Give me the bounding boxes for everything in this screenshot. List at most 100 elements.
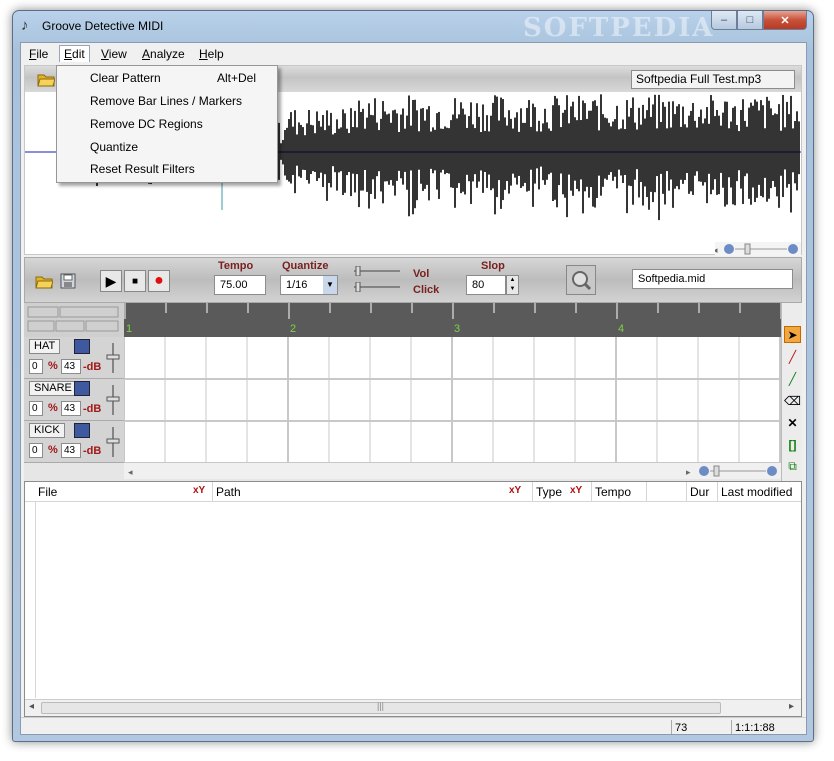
tempo-input[interactable]: 75.00: [214, 275, 266, 295]
track-name[interactable]: HAT: [29, 339, 61, 354]
filter-icon[interactable]: xY: [193, 485, 205, 496]
eraser-icon[interactable]: ⌫: [784, 392, 801, 409]
track-fader[interactable]: [106, 341, 120, 378]
slop-input[interactable]: 80: [466, 275, 506, 295]
analyze-magnifier-icon[interactable]: [566, 265, 596, 295]
audio-file-field[interactable]: Softpedia Full Test.mp3: [631, 70, 795, 89]
quantize-value: 1/16: [286, 279, 308, 291]
quantize-label: Quantize: [282, 260, 329, 272]
pencil-green-icon[interactable]: ╱: [784, 370, 801, 387]
scroll-left-icon[interactable]: ◂: [29, 701, 34, 712]
menu-item-quantize[interactable]: Quantize: [59, 136, 275, 158]
col-blank[interactable]: [646, 482, 686, 502]
col-tempo[interactable]: Tempo: [591, 482, 646, 502]
col-file[interactable]: File: [35, 482, 211, 502]
menu-item-label: Reset Result Filters: [90, 162, 195, 176]
percent-label: %: [48, 402, 58, 414]
maximize-button[interactable]: □: [737, 11, 763, 30]
filter-icon[interactable]: xY: [570, 485, 582, 496]
edit-menu-dropdown: Clear Pattern Alt+Del Remove Bar Lines /…: [56, 65, 278, 183]
stop-icon[interactable]: ■: [124, 270, 146, 292]
track-folder-icon[interactable]: [74, 381, 90, 396]
chevron-down-icon[interactable]: ▼: [323, 276, 337, 294]
vol-label: Vol: [413, 268, 430, 280]
track-folder-icon[interactable]: [74, 423, 90, 438]
status-position: 1:1:1:88: [731, 720, 806, 734]
drum-grid-area: 1234 HAT 0 % 43 -dB SNARE 0 % 43 -dB KIC…: [24, 303, 802, 481]
track-kick: KICK 0 % 43 -dB: [24, 421, 124, 463]
track-snare: SNARE 0 % 43 -dB: [24, 379, 124, 421]
title-bar[interactable]: ♪ Groove Detective MIDI SOFTPEDIA – □ ✕: [13, 11, 813, 43]
col-dur[interactable]: Dur: [686, 482, 717, 502]
menu-view[interactable]: View: [97, 46, 131, 63]
menu-edit[interactable]: Edit: [59, 45, 90, 62]
menu-item-label: Clear Pattern: [90, 71, 161, 85]
scroll-right-icon[interactable]: ▸: [789, 701, 794, 712]
bar-number: 2: [290, 323, 296, 335]
status-value: 73: [671, 720, 729, 734]
quantize-select[interactable]: 1/16 ▼: [280, 275, 338, 295]
col-type[interactable]: Type: [532, 482, 592, 502]
col-last-modified[interactable]: Last modified: [717, 482, 801, 502]
bar-ruler[interactable]: 1 2 3 4: [124, 303, 782, 337]
pencil-red-icon[interactable]: ╱: [784, 348, 801, 365]
menu-item-label: Quantize: [90, 140, 139, 154]
grid-scrollbar[interactable]: ◂ ▸: [124, 463, 781, 479]
menu-item-clear-pattern[interactable]: Clear Pattern Alt+Del: [59, 67, 275, 89]
menu-item-label: Remove DC Regions: [90, 117, 203, 131]
file-list-header: File xY Path xY Type xY Tempo Dur Last m…: [25, 482, 801, 502]
midi-file-field[interactable]: Softpedia.mid: [632, 269, 793, 289]
menu-file[interactable]: File: [25, 46, 52, 63]
tool-palette: ➤ ╱ ╱ ⌫ ✕ [] ⧉: [781, 303, 802, 481]
menu-item-reset-result-filters[interactable]: Reset Result Filters: [59, 158, 275, 180]
slop-label: Slop: [481, 260, 505, 272]
vol-slider[interactable]: [352, 266, 402, 276]
open-folder-icon[interactable]: [35, 68, 57, 90]
file-list-scrollbar[interactable]: ◂ ||| ▸: [25, 699, 801, 716]
col-path[interactable]: Path: [212, 482, 532, 502]
velocity-field[interactable]: 43: [61, 401, 81, 416]
guitar-app-icon: ♪: [21, 17, 29, 34]
tempo-label: Tempo: [218, 260, 254, 272]
track-name[interactable]: KICK: [29, 423, 65, 438]
track-fader[interactable]: [106, 383, 120, 420]
db-label: -dB: [83, 361, 102, 373]
click-label: Click: [413, 284, 440, 296]
offset-field[interactable]: 0: [29, 359, 43, 374]
menu-item-remove-dc-regions[interactable]: Remove DC Regions: [59, 113, 275, 135]
track-name[interactable]: SNARE: [29, 381, 77, 396]
drum-toolbar: ▶ ■ ● Tempo 75.00 Quantize 1/16 ▼ Vol Cl…: [24, 257, 802, 303]
track-folder-icon[interactable]: [74, 339, 90, 354]
window-title: Groove Detective MIDI: [42, 19, 164, 33]
list-gutter: [35, 502, 36, 698]
delete-icon[interactable]: ✕: [784, 414, 801, 431]
file-list[interactable]: File xY Path xY Type xY Tempo Dur Last m…: [24, 481, 802, 717]
grid-corner: [24, 303, 124, 337]
pointer-tool-icon[interactable]: ➤: [784, 326, 801, 343]
wave-zoom-slider[interactable]: ◂: [713, 242, 801, 256]
offset-field[interactable]: 0: [29, 443, 43, 458]
bracket-icon[interactable]: []: [784, 436, 801, 453]
track-fader[interactable]: [106, 425, 120, 462]
record-icon[interactable]: ●: [148, 270, 170, 292]
menu-analyze[interactable]: Analyze: [138, 46, 189, 63]
save-icon[interactable]: [57, 270, 79, 292]
bar-number: 1: [126, 323, 132, 335]
minimize-button[interactable]: –: [711, 11, 737, 30]
filter-icon[interactable]: xY: [509, 485, 521, 496]
percent-label: %: [48, 444, 58, 456]
menu-help[interactable]: Help: [195, 46, 228, 63]
click-slider[interactable]: [352, 282, 402, 292]
db-label: -dB: [83, 445, 102, 457]
velocity-field[interactable]: 43: [61, 443, 81, 458]
open-pattern-icon[interactable]: [33, 270, 55, 292]
velocity-field[interactable]: 43: [61, 359, 81, 374]
close-button[interactable]: ✕: [763, 11, 807, 30]
split-icon[interactable]: ⧉: [784, 458, 801, 475]
offset-field[interactable]: 0: [29, 401, 43, 416]
slop-spinner[interactable]: ▲ ▼: [506, 275, 519, 295]
play-icon[interactable]: ▶: [100, 270, 122, 292]
menu-item-remove-bar-lines[interactable]: Remove Bar Lines / Markers: [59, 90, 275, 112]
step-grid[interactable]: [123, 337, 781, 464]
percent-label: %: [48, 360, 58, 372]
